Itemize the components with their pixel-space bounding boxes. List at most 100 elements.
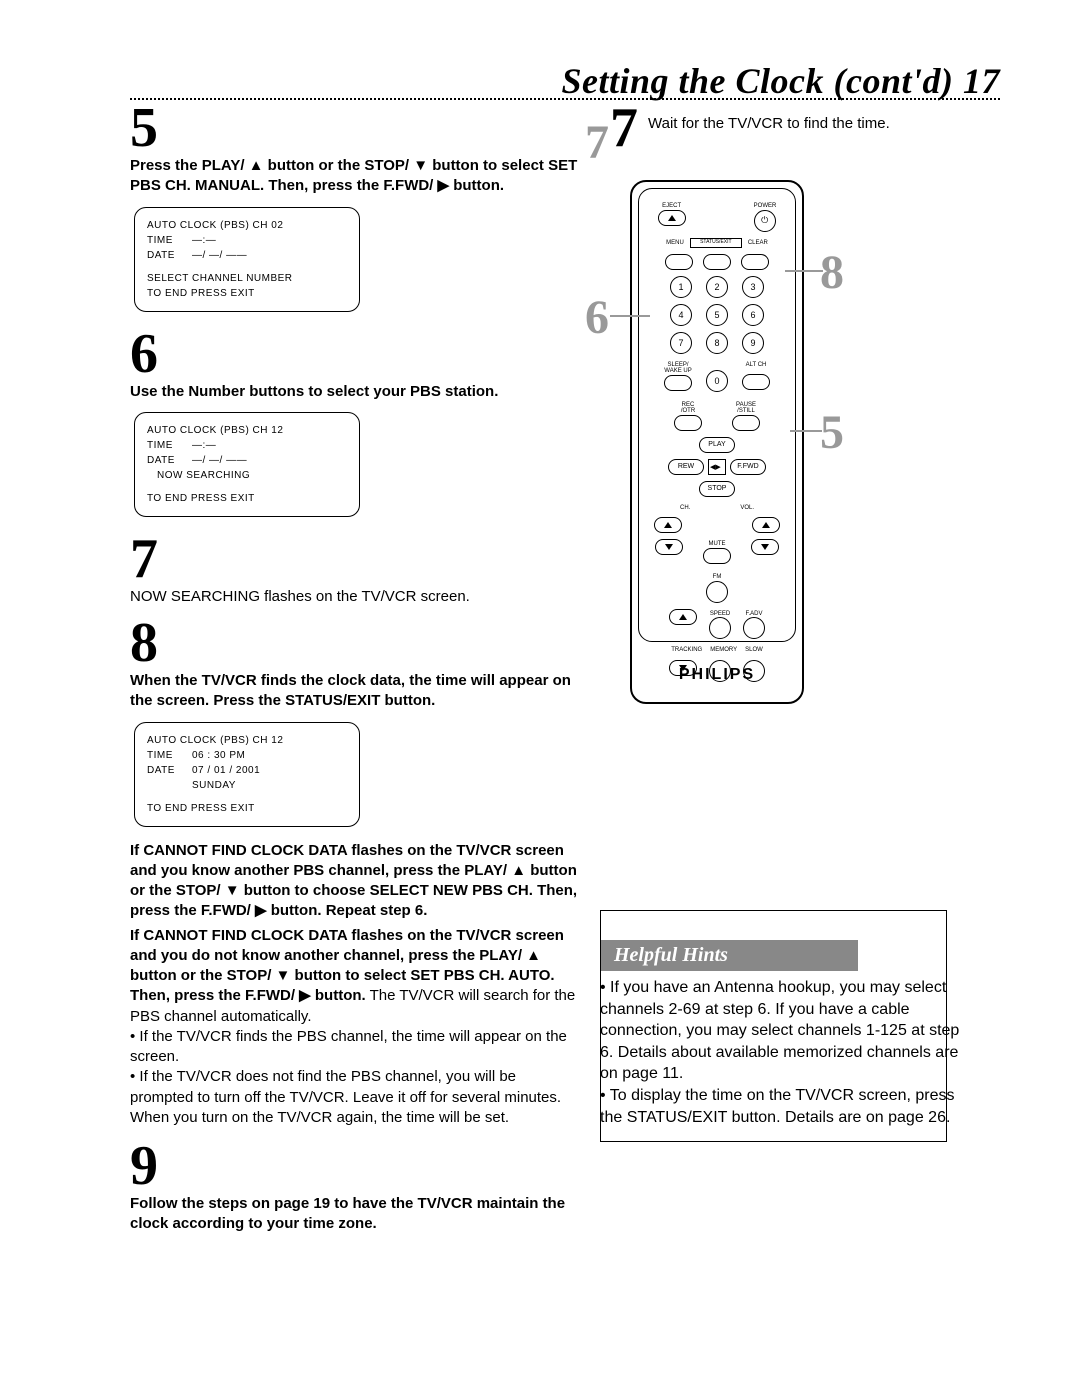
step-7-text: NOW SEARCHING flashes on the TV/VCR scre… (130, 587, 580, 607)
osd3-end: TO END PRESS EXIT (147, 801, 347, 816)
rec-label: REC /OTR (674, 402, 702, 415)
num-4[interactable]: 4 (670, 304, 692, 326)
eject-label: EJECT (658, 203, 686, 210)
fadv-label: F.ADV (743, 611, 765, 618)
osd2-time-label: TIME (147, 438, 192, 453)
vol-up-button[interactable] (752, 517, 780, 533)
eject-button[interactable] (658, 210, 686, 226)
step-6-text: Use the Number buttons to select your PB… (130, 382, 580, 402)
fadv-button[interactable] (743, 617, 765, 639)
step-8-text: When the TV/VCR finds the clock data, th… (130, 671, 580, 712)
tracking-label: TRACKING (671, 647, 702, 654)
altch-label: ALT CH (742, 362, 770, 369)
lead-5 (790, 430, 822, 432)
osd1-ln1: SELECT CHANNEL NUMBER (147, 271, 347, 286)
cannot-find-2: If CANNOT FIND CLOCK DATA flashes on the… (130, 926, 580, 1027)
cannot2a: If CANNOT FIND CLOCK DATA flashes on the… (130, 927, 564, 985)
osd1-header: AUTO CLOCK (PBS) CH 02 (147, 218, 347, 233)
step-9-num: 9 (130, 1138, 580, 1194)
power-button[interactable]: ⏻ (754, 210, 776, 232)
osd2-now: NOW SEARCHING (147, 468, 347, 483)
stop-button[interactable]: STOP (699, 481, 735, 497)
num-7[interactable]: 7 (670, 332, 692, 354)
osd1-time-label: TIME (147, 233, 192, 248)
clear-button[interactable] (741, 254, 769, 270)
num-8[interactable]: 8 (706, 332, 728, 354)
fm-label: FM (706, 574, 728, 581)
ch-dn-button[interactable] (655, 539, 683, 555)
osd3-time-label: TIME (147, 748, 192, 763)
remote-brand: PHILIPS (632, 666, 802, 684)
mute-button[interactable] (703, 548, 731, 564)
osd1-time-val: —:— (192, 233, 216, 248)
status-exit-button[interactable] (703, 254, 731, 270)
num-0[interactable]: 0 (706, 370, 728, 392)
sleep-button[interactable] (664, 375, 692, 391)
hint-1: • If you have an Antenna hookup, you may… (600, 977, 960, 1085)
osd2-date-val: —/ —/ —— (192, 453, 247, 468)
vol-label: VOL. (740, 505, 754, 512)
ffwd-button[interactable]: F.FWD (730, 459, 766, 475)
num-3[interactable]: 3 (742, 276, 764, 298)
menu-button[interactable] (665, 254, 693, 270)
osd2-header: AUTO CLOCK (PBS) CH 12 (147, 423, 347, 438)
sleep-label: SLEEP/ WAKE UP (664, 362, 692, 375)
step-8-num: 8 (130, 615, 580, 671)
menu-label: MENU (666, 240, 684, 248)
step-5-text: Press the PLAY/ ▲ button or the STOP/ ▼ … (130, 156, 580, 197)
remote-inner: EJECT POWER ⏻ MENU STATUS/EXIT CLEAR 123… (638, 188, 796, 642)
play-button[interactable]: PLAY (699, 437, 735, 453)
page-title: Setting the Clock (cont'd) 17 (0, 60, 1000, 102)
fm-button[interactable] (706, 581, 728, 603)
vol-dn-button[interactable] (751, 539, 779, 555)
step-5-num: 5 (130, 100, 580, 156)
step-7r-text: Wait for the TV/VCR to find the time. (648, 100, 890, 134)
mute-label: MUTE (703, 541, 731, 548)
pause-button[interactable] (732, 415, 760, 431)
num-2[interactable]: 2 (706, 276, 728, 298)
osd1-date-label: DATE (147, 248, 192, 263)
ch-up-button[interactable] (654, 517, 682, 533)
osd3-time-val: 06 : 30 PM (192, 748, 245, 763)
left-column: 5 Press the PLAY/ ▲ button or the STOP/ … (130, 100, 580, 1235)
hints-title: Helpful Hints (600, 940, 858, 971)
bullet-1: • If the TV/VCR finds the PBS channel, t… (130, 1027, 580, 1068)
num-5[interactable]: 5 (706, 304, 728, 326)
slow-label: SLOW (745, 647, 763, 654)
num-9[interactable]: 9 (742, 332, 764, 354)
bullet-2: • If the TV/VCR does not find the PBS ch… (130, 1067, 580, 1128)
rew-button[interactable]: REW (668, 459, 704, 475)
rec-button[interactable] (674, 415, 702, 431)
callout-7: 7 (585, 115, 609, 170)
osd3-header: AUTO CLOCK (PBS) CH 12 (147, 733, 347, 748)
osd-box-3: AUTO CLOCK (PBS) CH 12 TIME06 : 30 PM DA… (134, 722, 360, 827)
speed-label: SPEED (709, 611, 731, 618)
osd1-date-val: —/ —/ —— (192, 248, 247, 263)
lead-6 (610, 315, 650, 317)
step-9-text: Follow the steps on page 19 to have the … (130, 1194, 570, 1235)
osd-box-2: AUTO CLOCK (PBS) CH 12 TIME—:— DATE—/ —/… (134, 412, 360, 517)
altch-button[interactable] (742, 374, 770, 390)
osd2-end: TO END PRESS EXIT (147, 491, 347, 506)
osd1-ln2: TO END PRESS EXIT (147, 286, 347, 301)
helpful-hints: Helpful Hints • If you have an Antenna h… (600, 920, 960, 1128)
cannot-find-1: If CANNOT FIND CLOCK DATA flashes on the… (130, 841, 580, 922)
num-1[interactable]: 1 (670, 276, 692, 298)
track-up-button[interactable] (669, 609, 697, 625)
ch-label: CH. (680, 505, 690, 512)
osd3-date-val: 07 / 01 / 2001 (192, 763, 260, 778)
step-7r-num: 7 (610, 100, 638, 156)
num-6[interactable]: 6 (742, 304, 764, 326)
osd-box-1: AUTO CLOCK (PBS) CH 02 TIME—:— DATE—/ —/… (134, 207, 360, 312)
lead-8 (785, 270, 823, 272)
osd2-time-val: —:— (192, 438, 216, 453)
hint-2: • To display the time on the TV/VCR scre… (600, 1085, 960, 1128)
status-exit-label: STATUS/EXIT (690, 238, 742, 248)
step-7-num: 7 (130, 531, 580, 587)
osd2-date-label: DATE (147, 453, 192, 468)
speed-button[interactable] (709, 617, 731, 639)
memory-label: MEMORY (710, 647, 737, 654)
osd3-date-label: DATE (147, 763, 192, 778)
callout-6: 6 (585, 290, 609, 345)
nav-center[interactable]: ◀▶ (708, 459, 726, 475)
